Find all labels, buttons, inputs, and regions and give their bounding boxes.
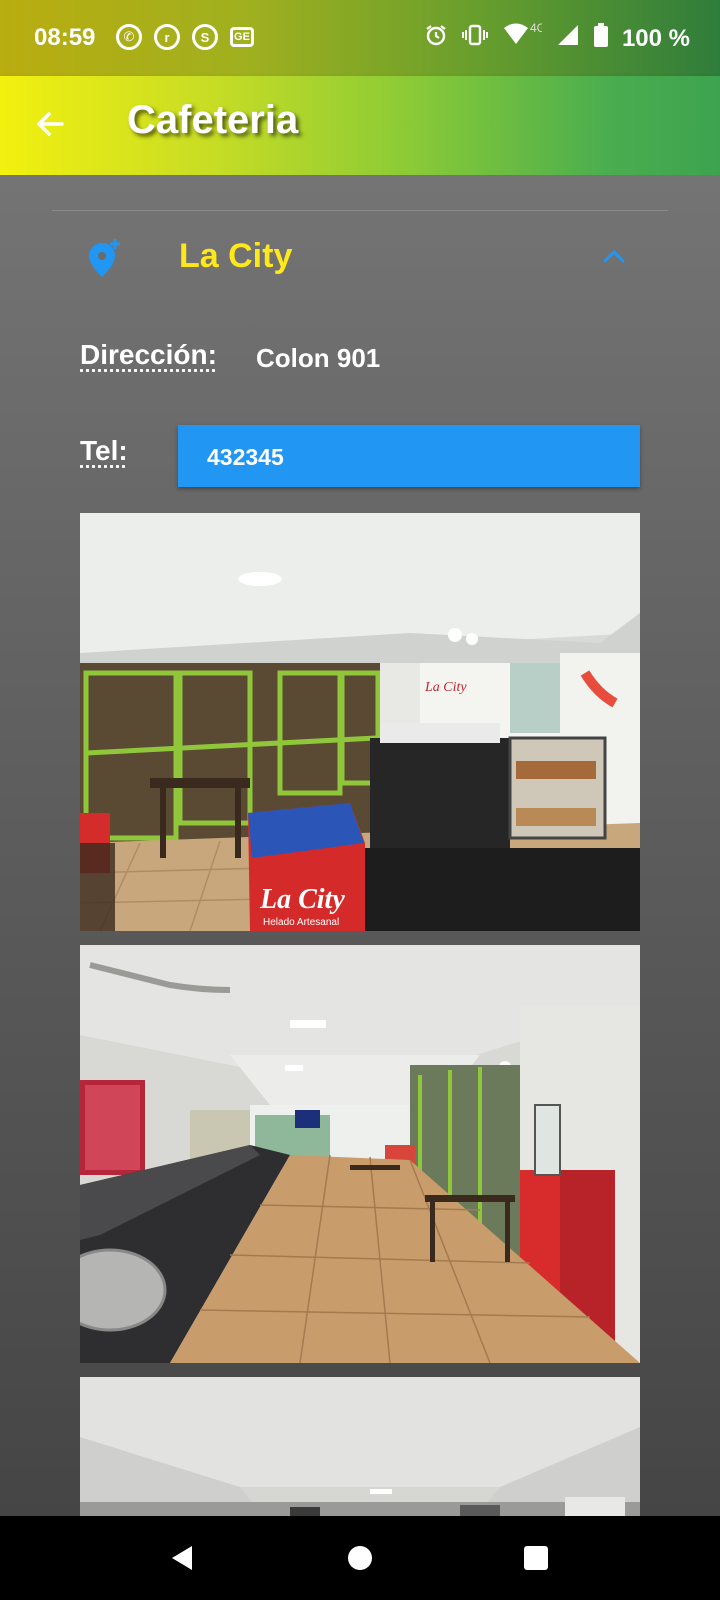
- status-bar: 08:59 ✆ r S GE 4G 100 %: [0, 0, 720, 76]
- add-location-icon: [89, 239, 120, 277]
- tel-value-button[interactable]: 432345: [178, 425, 640, 487]
- signal-icon: [556, 23, 580, 54]
- photo-sign-text-3: Helado Artesanal: [263, 917, 339, 928]
- address-value: Colon 901: [256, 343, 381, 373]
- home-circle-icon[interactable]: [344, 1542, 376, 1574]
- chevron-up-icon[interactable]: [600, 243, 628, 271]
- status-time: 08:59: [34, 24, 96, 51]
- place-panel-header[interactable]: La City: [52, 225, 668, 305]
- network-type: 4G: [530, 22, 542, 35]
- cafeteria-photo-2[interactable]: [80, 945, 640, 1363]
- divider: [52, 210, 668, 211]
- address-label: Dirección:: [80, 339, 217, 370]
- place-name: La City: [179, 237, 293, 275]
- photo-sign-text: La City: [424, 680, 467, 695]
- rappi-icon: r: [154, 24, 180, 50]
- recents-square-icon[interactable]: [520, 1542, 552, 1574]
- wifi-icon: 4G: [502, 21, 546, 55]
- app-bar: Cafeteria: [0, 76, 720, 175]
- vibrate-icon: [461, 23, 488, 54]
- cafeteria-photo-1[interactable]: La City La City Helado Artesanal: [80, 513, 640, 931]
- page-title: Cafeteria: [127, 98, 299, 142]
- photo-sign-text-2: La City: [259, 884, 345, 915]
- place-list[interactable]: La City Dirección: Colon 901 Tel: 432345: [0, 175, 720, 1516]
- alarm-icon: [424, 23, 448, 54]
- shazam-icon: S: [192, 24, 218, 50]
- battery-percentage: 100 %: [621, 24, 690, 52]
- system-navigation-bar: [0, 1516, 720, 1600]
- ge-icon: GE: [230, 27, 254, 47]
- notification-icons: ✆ r S GE: [116, 24, 254, 50]
- back-button[interactable]: [30, 104, 70, 144]
- battery-icon: [593, 23, 608, 54]
- arrow-left-icon: [37, 112, 64, 136]
- cafeteria-photo-3[interactable]: [80, 1377, 640, 1516]
- back-triangle-icon[interactable]: [168, 1542, 200, 1574]
- tel-label: Tel:: [80, 435, 128, 466]
- system-icons: 4G 100 %: [424, 21, 690, 55]
- whatsapp-icon: ✆: [116, 24, 142, 50]
